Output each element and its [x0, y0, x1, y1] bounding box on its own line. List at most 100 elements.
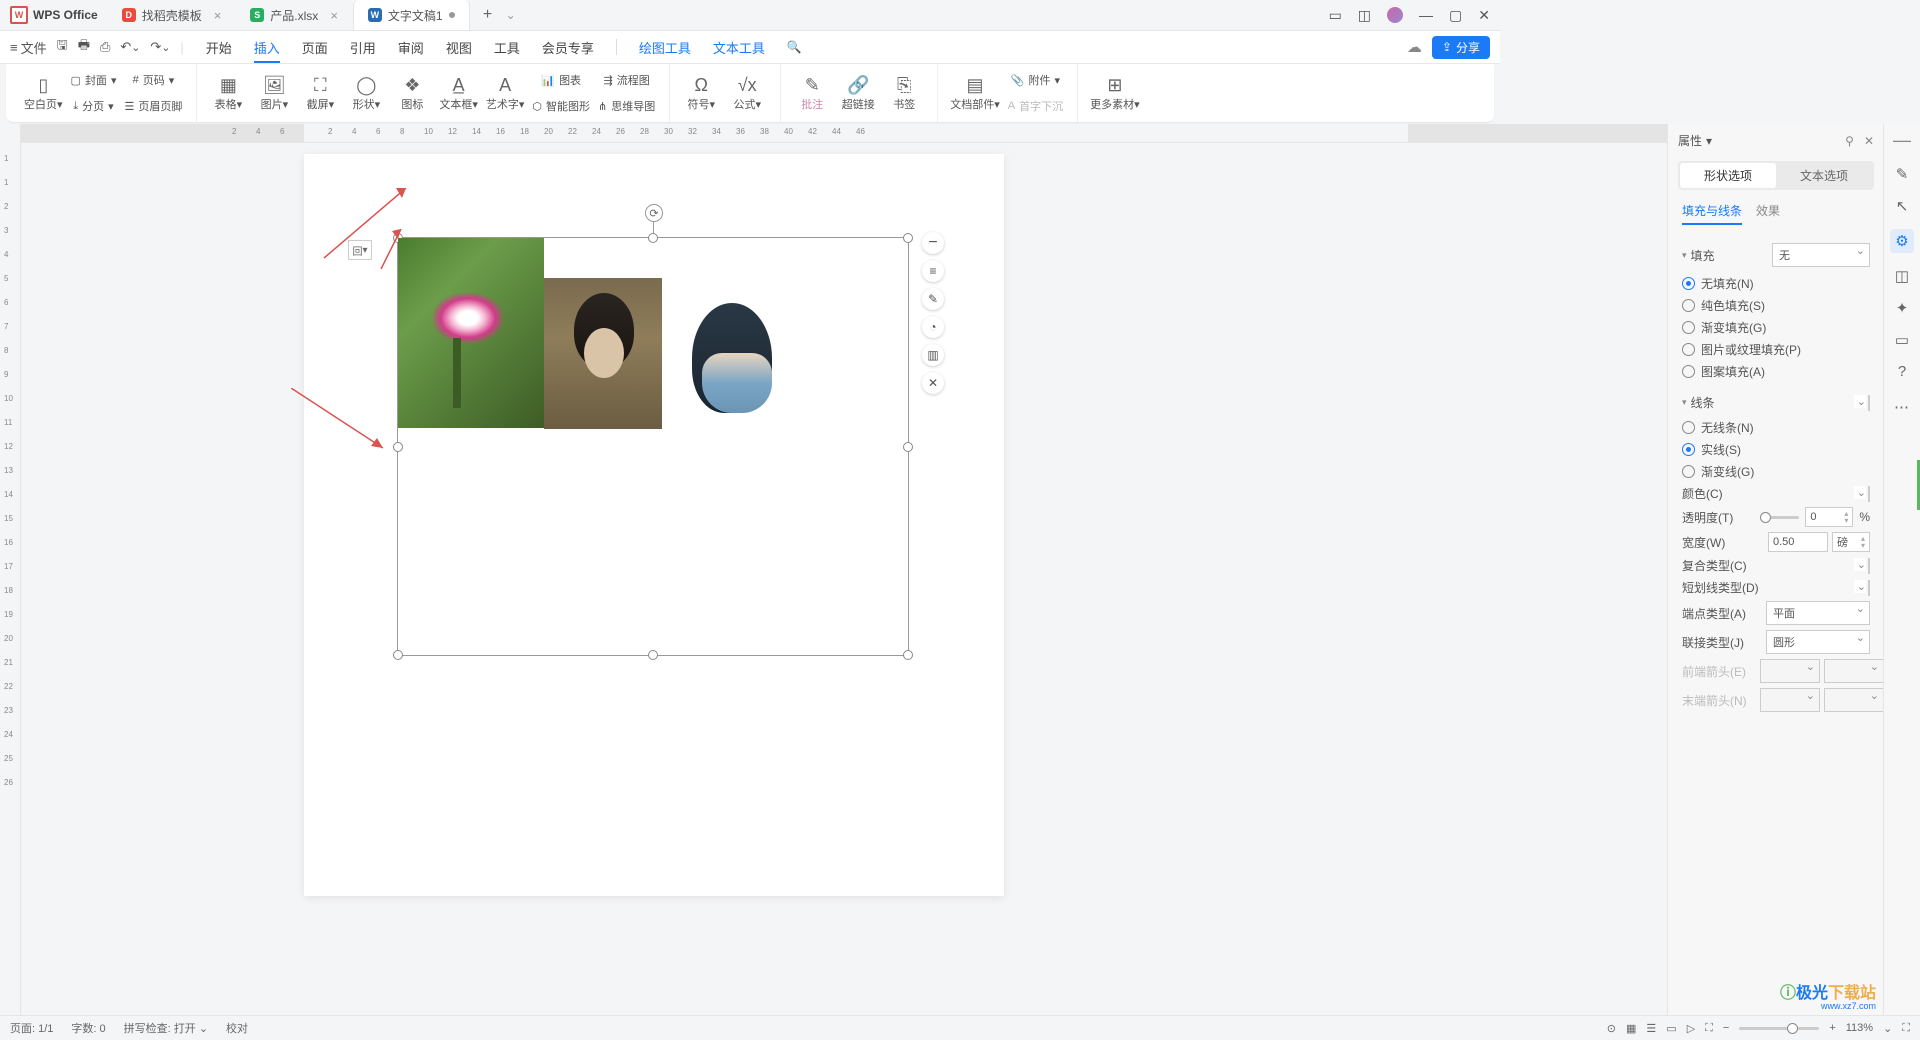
zoom-slider[interactable] — [1739, 1027, 1819, 1030]
screenshot-button[interactable]: ⛶截屏▾ — [297, 64, 343, 122]
layers-icon[interactable]: ◫ — [1895, 267, 1909, 285]
redo-icon[interactable]: ↷⌄ — [150, 39, 170, 55]
line-option[interactable]: 渐变线(G) — [1682, 463, 1870, 480]
mindmap-button[interactable]: ⋔ 思维导图 — [594, 94, 659, 118]
canvas-area[interactable]: 6422468101214161820222426283032343638404… — [21, 124, 1668, 1016]
header-footer-button[interactable]: ☰ 页眉页脚 — [120, 94, 186, 118]
image-flower[interactable] — [398, 238, 544, 428]
menu-插入[interactable]: 插入 — [254, 38, 280, 63]
close-panel-icon[interactable]: ✕ — [1864, 134, 1874, 148]
file-label[interactable]: 文件 — [21, 38, 47, 57]
rotate-handle[interactable]: ⟳ — [645, 204, 663, 222]
more-icon[interactable]: ⋯ — [1894, 398, 1910, 416]
print-icon[interactable]: 🖶 — [78, 36, 90, 58]
pin-icon[interactable]: ⚲ — [1845, 134, 1854, 148]
layout-options-button[interactable]: 回▾ — [348, 240, 372, 260]
zoom-menu-icon[interactable]: ⌄ — [1883, 1022, 1892, 1035]
line-header[interactable]: 线条 — [1691, 394, 1715, 411]
menu-会员专享[interactable]: 会员专享 — [542, 38, 594, 57]
menu-视图[interactable]: 视图 — [446, 38, 472, 57]
view2-icon[interactable]: ☰ — [1646, 1022, 1656, 1035]
seg-shape[interactable]: 形状选项 — [1680, 163, 1776, 188]
line-style-select[interactable] — [1868, 395, 1870, 411]
fill-option[interactable]: 渐变填充(G) — [1682, 319, 1870, 336]
pencil-icon[interactable]: ✎ — [1896, 165, 1909, 183]
spell-status[interactable]: 拼写检查: 打开 ⌄ — [124, 1020, 208, 1036]
help-icon[interactable]: ? — [1898, 363, 1906, 380]
search-icon[interactable]: 🔍 — [787, 40, 802, 54]
bookmark-button[interactable]: ⎘书签 — [881, 64, 927, 122]
resize-handle[interactable] — [393, 650, 403, 660]
fill-option[interactable]: 图案填充(A) — [1682, 363, 1870, 380]
undo-icon[interactable]: ↶⌄ — [120, 39, 140, 55]
save-icon[interactable]: 🖫 — [57, 36, 68, 58]
fill-option[interactable]: 图片或纹理填充(P) — [1682, 341, 1870, 358]
picture-button[interactable]: 🖼图片▾ — [251, 64, 297, 122]
transparency-slider[interactable] — [1760, 516, 1799, 519]
collapse-icon[interactable]: — — [1893, 130, 1911, 151]
zoom-value[interactable]: 113% — [1846, 1022, 1873, 1034]
color-picker[interactable] — [1868, 486, 1870, 502]
image-illustration[interactable] — [672, 283, 802, 433]
dropcap-button[interactable]: A 首字下沉 — [1004, 94, 1067, 118]
shape-button[interactable]: ◯形状▾ — [343, 64, 389, 122]
image-portrait[interactable] — [544, 278, 662, 429]
segment-control[interactable]: 形状选项 文本选项 — [1678, 161, 1874, 190]
fab-2[interactable]: ✎ — [922, 288, 944, 310]
doc-tab[interactable]: D找稻壳模板× — [108, 0, 237, 30]
word-count[interactable]: 字数: 0 — [71, 1020, 105, 1036]
formula-button[interactable]: √x公式▾ — [724, 64, 770, 122]
menu-绘图工具[interactable]: 绘图工具 — [639, 38, 691, 57]
join-select[interactable]: 圆形 — [1766, 630, 1870, 654]
fill-option[interactable]: 无填充(N) — [1682, 275, 1870, 292]
blank-page-button[interactable]: ▯空白页▾ — [20, 64, 67, 122]
cover-button[interactable]: ▢ 封面▾ — [67, 68, 121, 92]
icon-button[interactable]: ❖图标 — [389, 64, 435, 122]
width-input[interactable]: 0.50 — [1768, 532, 1828, 552]
select-icon[interactable]: ↖ — [1896, 197, 1909, 215]
cloud-icon[interactable]: ☁ — [1407, 38, 1422, 56]
textbox-shape[interactable]: ⟳ 回▾ −≡✎◔▥✕ — [397, 237, 909, 656]
chart-button[interactable]: 📊 图表 — [528, 68, 594, 92]
new-tab-button[interactable]: + — [476, 3, 500, 27]
fab-3[interactable]: ◔ — [922, 316, 944, 338]
doc-part-button[interactable]: ▤文档部件▾ — [946, 64, 1004, 122]
avatar-icon[interactable] — [1387, 7, 1403, 23]
reader-icon[interactable]: ▭ — [1329, 7, 1342, 24]
symbol-button[interactable]: Ω符号▾ — [678, 64, 724, 122]
fill-select[interactable]: 无 — [1772, 243, 1870, 267]
resize-handle[interactable] — [903, 442, 913, 452]
cap-select[interactable]: 平面 — [1766, 601, 1870, 625]
resize-handle[interactable] — [903, 650, 913, 660]
tools-icon[interactable]: ✦ — [1896, 299, 1909, 317]
menu-引用[interactable]: 引用 — [350, 38, 376, 57]
menu-页面[interactable]: 页面 — [302, 38, 328, 57]
menu-开始[interactable]: 开始 — [206, 38, 232, 57]
view3-icon[interactable]: ▭ — [1666, 1022, 1676, 1035]
zoom-out-icon[interactable]: − — [1723, 1022, 1729, 1034]
resize-handle[interactable] — [648, 650, 658, 660]
page-break-button[interactable]: ⤓ 分页▾ — [67, 94, 121, 118]
zoom-in-icon[interactable]: + — [1829, 1022, 1835, 1034]
maximize-icon[interactable]: ▢ — [1449, 7, 1462, 24]
resize-handle[interactable] — [903, 233, 913, 243]
page-number-button[interactable]: # 页码▾ — [120, 68, 186, 92]
dash-select[interactable] — [1868, 580, 1870, 596]
menu-文本工具[interactable]: 文本工具 — [713, 38, 765, 57]
fill-header[interactable]: 填充 — [1691, 247, 1715, 264]
fab-5[interactable]: ✕ — [922, 372, 944, 394]
preview-icon[interactable]: ⎙ — [100, 39, 110, 55]
menu-工具[interactable]: 工具 — [494, 38, 520, 57]
fullscreen-icon[interactable]: ⛶ — [1902, 1022, 1910, 1035]
width-unit[interactable]: 磅▴▾ — [1832, 532, 1870, 552]
fab-0[interactable]: − — [922, 232, 944, 254]
attachment-button[interactable]: 📎 附件▾ — [1004, 68, 1067, 92]
view1-icon[interactable]: ▦ — [1626, 1022, 1636, 1035]
proof-status[interactable]: 校对 — [226, 1020, 248, 1036]
tab-menu-icon[interactable]: ⌄ — [506, 8, 516, 22]
share-button[interactable]: ⇪ 分享 — [1432, 36, 1490, 59]
resize-handle[interactable] — [648, 233, 658, 243]
resize-handle[interactable] — [393, 442, 403, 452]
fab-1[interactable]: ≡ — [922, 260, 944, 282]
seg-text[interactable]: 文本选项 — [1776, 163, 1872, 188]
